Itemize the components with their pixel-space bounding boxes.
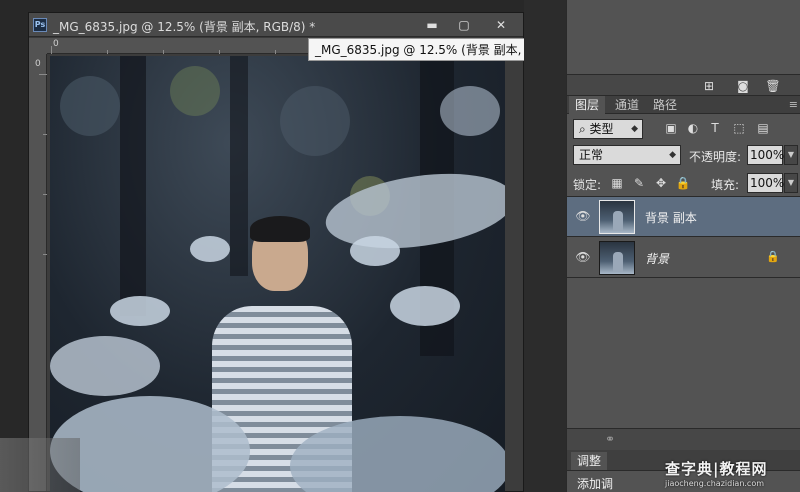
type-filter-icon[interactable]: T xyxy=(707,120,723,136)
shape-filter-icon[interactable]: ⬚ xyxy=(731,120,747,136)
smart-object-filter-icon[interactable]: ▤ xyxy=(755,120,771,136)
panel-dock-gap xyxy=(524,0,566,492)
trash-icon[interactable]: 🗑 xyxy=(765,78,781,94)
ruler-corner[interactable] xyxy=(29,38,47,54)
leaf xyxy=(190,236,230,262)
search-icon: ⌕ xyxy=(579,122,590,136)
thumbnail-figure xyxy=(613,252,623,272)
opacity-label: 不透明度: xyxy=(689,150,742,164)
layers-panel-footer: ⚭ xyxy=(567,428,800,450)
document-title: _MG_6835.jpg @ 12.5% (背景 副本, RGB/8) * xyxy=(53,20,316,34)
fill-label: 填充: xyxy=(711,178,740,192)
foreground-leaf xyxy=(321,163,505,259)
person-hair xyxy=(250,216,310,242)
overlay-fade xyxy=(0,438,80,492)
layer-name[interactable]: 背景 xyxy=(645,250,669,267)
link-layers-icon[interactable]: ⚭ xyxy=(605,432,615,446)
fill-dropdown-button[interactable]: ▼ xyxy=(784,173,798,193)
blend-opacity-row: 正常 ◆ 不透明度: 100% ▼ xyxy=(567,143,800,169)
tree-trunk xyxy=(230,56,248,276)
chevron-down-icon: ◆ xyxy=(631,124,638,134)
lock-all-icon[interactable]: 🔒 xyxy=(675,175,691,191)
layer-filter-select[interactable]: ⌕ 类型 ◆ xyxy=(573,119,643,139)
adjustment-filter-icon[interactable]: ◐ xyxy=(685,120,701,136)
panel-menu-icon[interactable]: ≡ xyxy=(789,98,798,111)
panel-top-toolbar: ⊞ ◙ 🗑 xyxy=(567,74,800,96)
tab-adjustments[interactable]: 调整 xyxy=(571,452,608,470)
tab-channels[interactable]: 通道 xyxy=(609,96,645,114)
bokeh-light xyxy=(170,66,220,116)
blend-mode-select[interactable]: 正常 ◆ xyxy=(573,145,681,165)
watermark-main: 查字典|教程网 xyxy=(665,460,768,478)
photo-canvas[interactable] xyxy=(50,56,505,492)
adjustments-hint: 添加调 xyxy=(577,477,614,491)
leaf xyxy=(350,236,400,266)
watermark-sub: jiaocheng.chazidian.com xyxy=(665,479,765,488)
layer-name[interactable]: 背景 副本 xyxy=(645,209,697,226)
opacity-input[interactable]: 100% xyxy=(747,145,784,165)
watermark: 查字典|教程网 jiaocheng.chazidian.com xyxy=(665,458,795,490)
photoshop-app-icon: Ps xyxy=(33,18,47,32)
lock-position-icon[interactable]: ✥ xyxy=(653,175,669,191)
document-titlebar[interactable]: Ps _MG_6835.jpg @ 12.5% (背景 副本, RGB/8) *… xyxy=(29,13,523,37)
thumbnail-figure xyxy=(613,211,623,231)
maximize-button[interactable]: ▢ xyxy=(449,15,479,35)
layers-panel-tabs: 图层 通道 路径 ≡ xyxy=(567,96,800,114)
close-button[interactable]: ✕ xyxy=(481,15,521,35)
ruler-tick xyxy=(39,74,47,75)
lock-fill-row: 锁定: ▦ ✎ ✥ 🔒 填充: 100% ▼ xyxy=(567,171,800,197)
vertical-ruler[interactable]: 0 xyxy=(29,54,47,491)
bokeh-light xyxy=(60,76,120,136)
opacity-dropdown-button[interactable]: ▼ xyxy=(784,145,798,165)
tab-paths[interactable]: 路径 xyxy=(647,96,683,114)
leaf xyxy=(50,336,160,396)
lock-transparency-icon[interactable]: ▦ xyxy=(609,175,625,191)
layers-panel[interactable]: ⊞ ◙ 🗑 图层 通道 路径 ≡ ⌕ 类型 ◆ ▣ ◐ T ⬚ ▤ 正常 ◆ 不… xyxy=(566,0,800,492)
camera-icon[interactable]: ◙ xyxy=(735,78,751,94)
new-layer-icon[interactable]: ⊞ xyxy=(701,78,717,94)
leaf xyxy=(390,286,460,326)
layer-row-background[interactable]: 👁 背景 🔒 xyxy=(567,238,800,278)
lock-label: 锁定: xyxy=(573,178,602,192)
ruler-v-zero-label: 0 xyxy=(35,59,41,69)
ruler-tick xyxy=(51,46,52,54)
layer-filter-value: 类型 xyxy=(589,122,614,136)
tab-layers[interactable]: 图层 xyxy=(569,96,606,114)
panel-top-area xyxy=(567,0,800,74)
lock-paint-icon[interactable]: ✎ xyxy=(631,175,647,191)
minimize-button[interactable]: ▬ xyxy=(417,15,447,35)
layer-row-background-copy[interactable]: 👁 背景 副本 xyxy=(567,197,800,237)
tree-trunk xyxy=(120,56,146,316)
layer-filter-row: ⌕ 类型 ◆ ▣ ◐ T ⬚ ▤ xyxy=(567,116,800,142)
bokeh-light xyxy=(440,86,500,136)
bokeh-light xyxy=(280,86,350,156)
chevron-down-icon: ◆ xyxy=(669,150,676,160)
layer-thumbnail xyxy=(599,241,635,275)
ruler-h-zero-label: 0 xyxy=(53,39,59,49)
lock-icon[interactable]: 🔒 xyxy=(766,250,780,263)
image-filter-icon[interactable]: ▣ xyxy=(663,120,679,136)
leaf xyxy=(110,296,170,326)
fill-input[interactable]: 100% xyxy=(747,173,784,193)
blend-mode-value: 正常 xyxy=(579,148,604,162)
eye-icon[interactable]: 👁 xyxy=(575,209,591,223)
eye-icon[interactable]: 👁 xyxy=(575,250,591,264)
layer-thumbnail xyxy=(599,200,635,234)
